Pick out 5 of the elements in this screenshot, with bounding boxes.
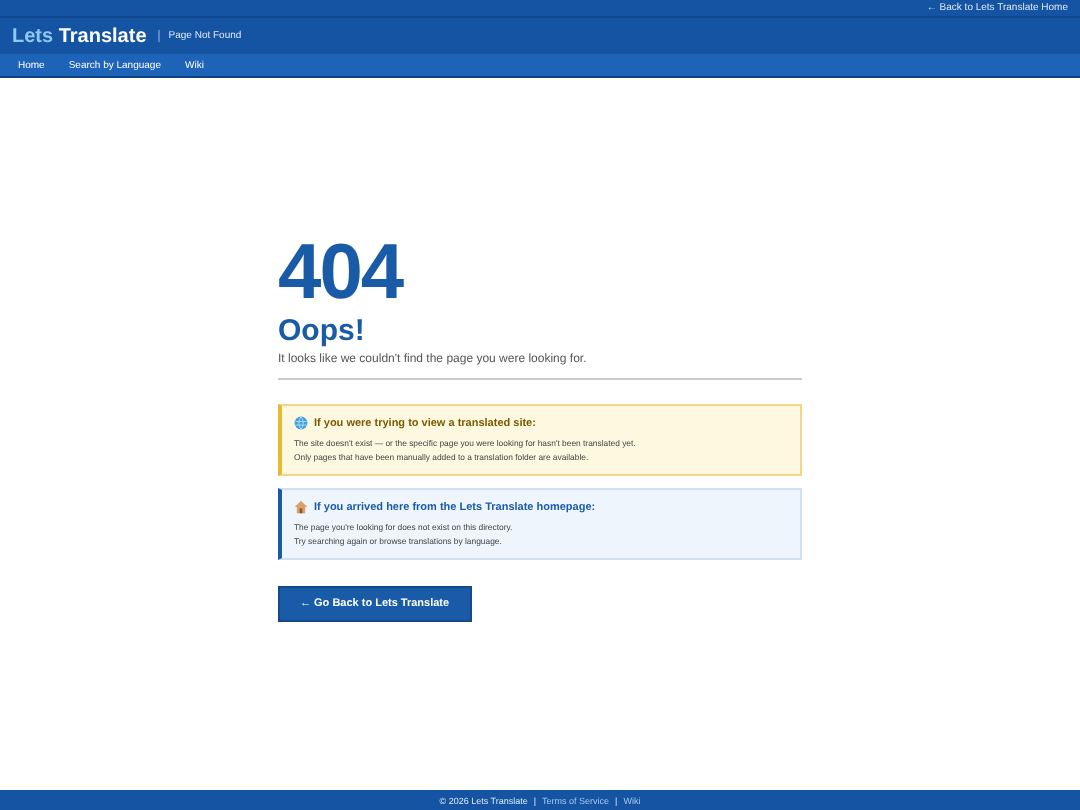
house-icon <box>294 500 308 514</box>
globe-icon <box>294 416 308 430</box>
site-logo[interactable]: Lets Translate <box>12 25 147 47</box>
error-code: 404 <box>278 238 403 310</box>
error-title: Oops! <box>278 314 365 348</box>
